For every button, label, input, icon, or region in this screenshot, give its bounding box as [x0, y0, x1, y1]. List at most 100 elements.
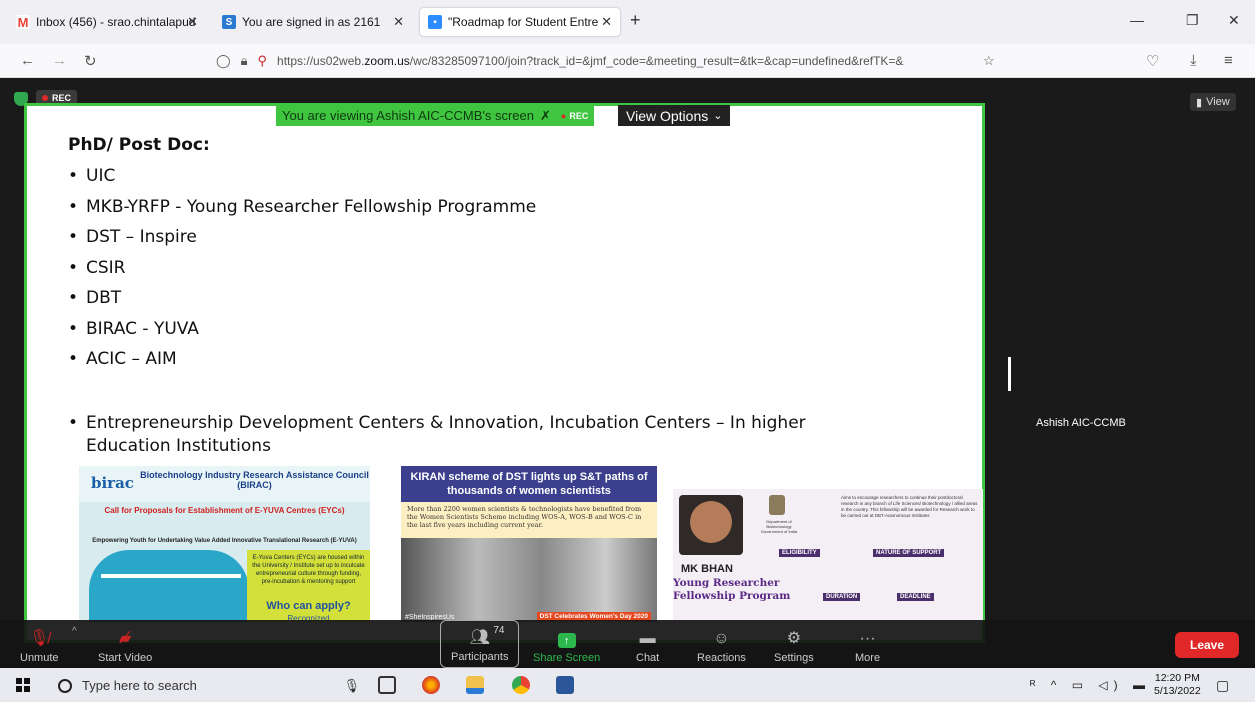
emblem-icon [769, 495, 785, 515]
poster-description: E-Yuva Centers (EYCs) are housed within … [252, 555, 365, 585]
s-logo-icon: S [222, 15, 236, 29]
birac-logo: birac [91, 474, 134, 492]
system-tray[interactable]: ᴿ ^ ▭ ◁) ▬ [1030, 678, 1151, 692]
chrome-icon[interactable] [512, 676, 530, 694]
list-item: CSIR [68, 258, 536, 289]
video-off-icon: ▰̸ [118, 630, 132, 647]
new-tab-button[interactable]: + [630, 10, 641, 31]
tab-zoom-meeting[interactable]: ▪ "Roadmap for Student Entrepre ✕ [420, 8, 620, 36]
participants-icon: 👥︎ [469, 629, 490, 646]
participants-count: 74 [493, 625, 505, 636]
poster-body: More than 2200 women scientists & techno… [401, 502, 657, 538]
participants-button[interactable]: 👥︎ 74 Participants [440, 620, 520, 668]
restore-icon[interactable]: ❐ [1186, 12, 1199, 29]
birac-poster: birac Biotechnology Industry Research As… [79, 466, 370, 622]
bookmark-star-icon[interactable]: ☆ [983, 53, 995, 69]
notification-icon[interactable]: ▢ [1216, 677, 1229, 694]
search-circle-icon [58, 678, 72, 693]
settings-button[interactable]: ⚙ Settings [774, 620, 814, 668]
close-tab-icon[interactable]: ✕ [393, 14, 404, 30]
pocket-icon[interactable]: ♡ [1146, 52, 1159, 70]
list-item: BIRAC - YUVA [68, 319, 536, 350]
banner-rec-indicator: REC [561, 111, 588, 121]
address-bar[interactable]: ◯ 🔒︎ ⚲ https://us02web.zoom.us/wc/832850… [216, 48, 1046, 74]
tab-gmail-inbox[interactable]: M Inbox (456) - srao.chintalapudi@ ✕ [8, 8, 206, 36]
list-item: ACIC – AIM [68, 349, 536, 380]
menu-icon[interactable]: ≡ [1224, 52, 1233, 69]
list-item: DST – Inspire [68, 227, 536, 258]
poster-aims: Aims to encourage researchers to continu… [841, 495, 978, 518]
reload-icon[interactable]: ↻ [84, 52, 97, 70]
poster-call: Call for Proposals for Establishment of … [104, 506, 345, 515]
more-button[interactable]: ··· More [855, 620, 880, 668]
lab-desks-illustration [101, 574, 241, 614]
close-tab-icon[interactable]: ✕ [601, 14, 612, 30]
poster-title: KIRAN scheme of DST lights up S&T paths … [410, 471, 648, 497]
poster-title: Biotechnology Industry Research Assistan… [140, 470, 369, 490]
taskbar-search-input[interactable]: Type here to search 🎙︎ [48, 672, 366, 699]
back-arrow-icon[interactable]: ← [20, 52, 35, 69]
poster-program: Young Researcher Fellowship Program [673, 577, 791, 602]
poster-eligibility: ELIGIBILITY [779, 549, 820, 557]
forward-arrow-icon[interactable]: → [52, 52, 67, 69]
windows-start-icon[interactable] [16, 678, 30, 692]
video-panel-scrollbar[interactable] [1008, 357, 1011, 391]
close-tab-icon[interactable]: ✕ [187, 14, 198, 30]
mk-bhan-poster: Department of Biotechnology Government o… [673, 489, 983, 622]
reactions-icon: ☺ [713, 630, 730, 647]
list-item: MKB-YRFP - Young Researcher Fellowship P… [68, 197, 536, 228]
gear-icon: ⚙ [786, 630, 802, 647]
portrait-photo [679, 495, 743, 555]
poster-duration: DURATION [823, 593, 861, 601]
view-icon: ▮ [1196, 96, 1203, 109]
browser-tab-strip: M Inbox (456) - srao.chintalapudi@ ✕ S Y… [0, 0, 1255, 44]
reactions-button[interactable]: ☺ Reactions [697, 620, 746, 668]
share-screen-icon: ↑ [557, 633, 576, 648]
tab-title: "Roadmap for Student Entrepre [448, 15, 598, 29]
participant-name: Ashish AIC-CCMB [1036, 417, 1126, 429]
poster-subtitle: Empowering Youth for Undertaking Value A… [92, 538, 357, 544]
view-options-button[interactable]: View Options ⌄ [618, 105, 731, 126]
view-button[interactable]: ▮ View [1190, 93, 1236, 111]
poster-deadline: DEADLINE [897, 593, 934, 601]
tab-signed-in[interactable]: S You are signed in as 2161 ✕ [214, 8, 412, 36]
muted-microphone-icon: 🎙︎̸ [29, 630, 50, 647]
unmute-button[interactable]: 🎙︎̸ Unmute [20, 620, 59, 668]
list-item: UIC [68, 166, 536, 197]
audio-options-chevron-icon[interactable]: ^ [72, 626, 77, 637]
taskbar-clock[interactable]: 12:20 PM 5/13/2022 [1154, 672, 1201, 698]
more-dots-icon: ··· [859, 630, 876, 647]
microphone-icon[interactable]: 🎙︎ [343, 678, 360, 694]
zoom-icon: ▪ [428, 15, 442, 29]
share-screen-button[interactable]: ↑ Share Screen [533, 620, 600, 668]
poster-department: Department of Biotechnology Government o… [760, 519, 798, 534]
tab-title: Inbox (456) - srao.chintalapudi@ [36, 15, 196, 29]
poster-name: MK BHAN [681, 563, 733, 575]
url-text: https://us02web.zoom.us/wc/83285097100/j… [277, 54, 904, 68]
slide-heading: PhD/ Post Doc: [68, 135, 210, 155]
download-icon[interactable]: ⤓ [1190, 52, 1197, 69]
gmail-icon: M [16, 14, 30, 30]
task-view-icon[interactable] [378, 676, 396, 694]
list-item: DBT [68, 288, 536, 319]
navigation-bar: ← → ↻ ◯ 🔒︎ ⚲ https://us02web.zoom.us/wc/… [0, 44, 1255, 78]
chat-bubble-icon: ▬ [639, 630, 656, 647]
tab-title: You are signed in as 2161 [242, 15, 381, 29]
close-window-icon[interactable]: ✕ [1228, 12, 1240, 29]
chevron-down-icon: ⌄ [713, 110, 723, 122]
word-icon[interactable] [556, 676, 574, 694]
kiran-poster: KIRAN scheme of DST lights up S&T paths … [401, 466, 657, 622]
leave-button[interactable]: Leave [1175, 632, 1239, 658]
meeting-toolbar: 🎙︎̸ Unmute ^ ▰̸ Start Video 👥︎ 74 Partic… [0, 620, 1255, 668]
shield-outline-icon: ◯ [216, 53, 231, 68]
firefox-icon[interactable] [422, 676, 440, 694]
start-video-button[interactable]: ▰̸ Start Video [98, 620, 152, 668]
microphone-permission-icon[interactable]: ⚲ [257, 53, 267, 69]
file-explorer-icon[interactable] [466, 676, 484, 694]
viewing-screen-banner: You are viewing Ashish AIC-CCMB's screen… [276, 105, 595, 126]
slide-bullet-list: UIC MKB-YRFP - Young Researcher Fellowsh… [68, 166, 536, 380]
lab-photo [401, 538, 657, 622]
minimize-icon[interactable]: — [1130, 12, 1144, 28]
chat-button[interactable]: ▬ Chat [636, 620, 659, 668]
pointer-icon: ✗ [540, 107, 551, 123]
